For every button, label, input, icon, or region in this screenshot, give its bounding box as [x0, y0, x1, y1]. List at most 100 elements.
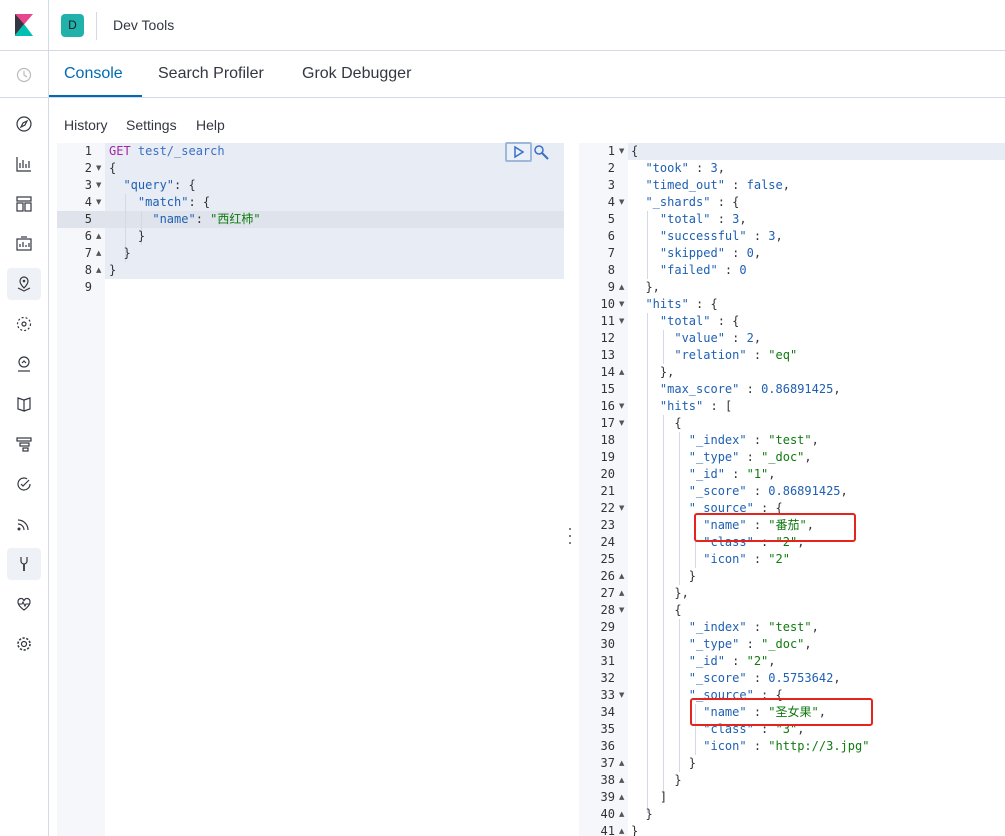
code-token: : {: [710, 314, 740, 328]
logo-cell[interactable]: [0, 0, 49, 51]
code-line: }: [631, 772, 681, 789]
fold-arrow-down-icon[interactable]: ▼: [619, 296, 624, 313]
monitoring-icon[interactable]: [7, 588, 41, 620]
fold-arrow-down-icon[interactable]: ▼: [96, 177, 101, 194]
fold-arrow-down-icon[interactable]: ▼: [619, 398, 624, 415]
kibana-logo-icon[interactable]: [15, 14, 33, 36]
code-line: "failed" : 0: [631, 262, 747, 279]
fold-arrow-up-icon[interactable]: ▲: [619, 789, 624, 806]
fold-arrow-down-icon[interactable]: ▼: [619, 415, 624, 432]
fold-arrow-down-icon[interactable]: ▼: [619, 143, 624, 160]
fold-arrow-up-icon[interactable]: ▲: [619, 772, 624, 789]
line-number: 23: [600, 518, 615, 532]
pane-resizer-handle[interactable]: [567, 528, 573, 544]
code-token: ,: [811, 433, 819, 447]
maps-icon[interactable]: [7, 268, 41, 300]
code-token: "failed": [659, 263, 718, 277]
history-link[interactable]: History: [64, 117, 108, 133]
line-number: 35: [600, 722, 615, 736]
tab-grok-debugger[interactable]: Grok Debugger: [302, 65, 411, 83]
code-token: ,: [753, 246, 762, 260]
fold-arrow-down-icon[interactable]: ▼: [96, 194, 101, 211]
logs-icon[interactable]: [7, 388, 41, 420]
fold-arrow-up-icon[interactable]: ▲: [619, 755, 624, 772]
code-token: }: [631, 807, 653, 821]
send-request-button[interactable]: [505, 142, 532, 162]
nav-separator: [0, 97, 49, 98]
fold-arrow-down-icon[interactable]: ▼: [619, 194, 624, 211]
line-number: 11: [600, 314, 615, 328]
discover-compass-icon[interactable]: [7, 108, 41, 140]
code-token: "max_score": [659, 382, 740, 396]
code-token: }: [631, 569, 697, 583]
code-token: "successful": [659, 229, 747, 243]
fold-arrow-up-icon[interactable]: ▲: [619, 823, 624, 836]
line-number: 34: [600, 705, 615, 719]
code-line: "timed_out" : false,: [631, 177, 790, 194]
fold-arrow-up-icon[interactable]: ▲: [96, 228, 101, 245]
side-navigation: [0, 51, 49, 836]
apm-icon[interactable]: [7, 428, 41, 460]
code-token: }: [109, 246, 131, 260]
request-editor[interactable]: 1 GET test/_search 2 ▼{3 ▼ "query": {4 ▼ "mat…: [57, 143, 564, 836]
code-token: :: [688, 161, 711, 175]
code-token: :: [746, 229, 769, 243]
code-token: "hits": [645, 297, 689, 311]
code-token: "_doc": [761, 450, 805, 464]
line-number: 26: [600, 569, 615, 583]
code-line: "hits" : [: [631, 398, 732, 415]
management-gear-icon[interactable]: [7, 628, 41, 660]
help-link[interactable]: Help: [196, 117, 225, 133]
uptime-icon[interactable]: [7, 468, 41, 500]
line-number: 5: [84, 212, 92, 226]
code-token: false: [746, 178, 783, 192]
code-token: :: [739, 450, 762, 464]
tab-console[interactable]: Console: [64, 65, 123, 83]
fold-arrow-up-icon[interactable]: ▲: [619, 364, 624, 381]
line-number: 37: [600, 756, 615, 770]
code-token: "_type": [688, 637, 740, 651]
code-token: "_id": [688, 654, 725, 668]
code-line: "skipped" : 0,: [631, 245, 761, 262]
fold-arrow-up-icon[interactable]: ▲: [619, 806, 624, 823]
fold-arrow-up-icon[interactable]: ▲: [619, 585, 624, 602]
fold-arrow-up-icon[interactable]: ▲: [96, 245, 101, 262]
dev-tools-wrench-icon[interactable]: [7, 548, 41, 580]
fold-arrow-down-icon[interactable]: ▼: [619, 500, 624, 517]
siem-icon[interactable]: [7, 508, 41, 540]
infrastructure-icon[interactable]: [7, 348, 41, 380]
line-number: 21: [600, 484, 615, 498]
fold-arrow-down-icon[interactable]: ▼: [619, 313, 624, 330]
space-avatar[interactable]: D: [61, 14, 84, 37]
recently-viewed-clock-icon[interactable]: [7, 59, 41, 91]
code-token: "_shards": [645, 195, 711, 209]
request-settings-wrench-icon[interactable]: [533, 144, 550, 161]
visualize-icon[interactable]: [7, 148, 41, 180]
fold-arrow-up-icon[interactable]: ▲: [96, 262, 101, 279]
line-number: 32: [600, 671, 615, 685]
fold-arrow-down-icon[interactable]: ▼: [619, 602, 624, 619]
machine-learning-icon[interactable]: [7, 308, 41, 340]
code-token: }: [631, 824, 639, 836]
code-token: test/_search: [137, 144, 225, 158]
code-token: "http://3.jpg": [768, 739, 870, 753]
fold-arrow-up-icon[interactable]: ▲: [619, 568, 624, 585]
line-number: 31: [600, 654, 615, 668]
settings-link[interactable]: Settings: [126, 117, 177, 133]
fold-arrow-up-icon[interactable]: ▲: [619, 279, 624, 296]
fold-arrow-down-icon[interactable]: ▼: [619, 687, 624, 704]
dashboard-icon[interactable]: [7, 188, 41, 220]
tab-search-profiler[interactable]: Search Profiler: [158, 65, 264, 83]
code-token: ,: [768, 654, 776, 668]
line-number: 25: [600, 552, 615, 566]
canvas-icon[interactable]: [7, 228, 41, 260]
fold-arrow-down-icon[interactable]: ▼: [96, 160, 101, 177]
